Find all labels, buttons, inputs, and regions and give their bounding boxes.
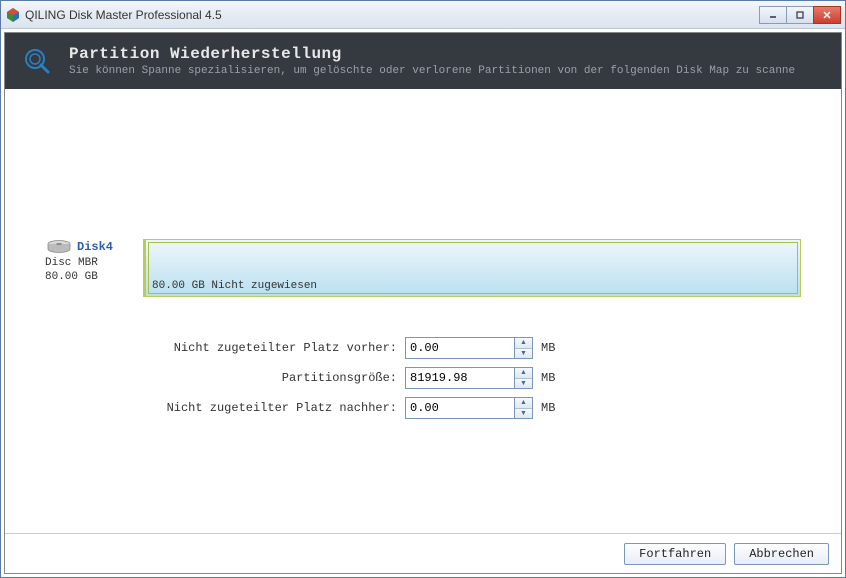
titlebar[interactable]: QILING Disk Master Professional 4.5 [1, 1, 845, 29]
unit-label: MB [541, 371, 555, 385]
partition-size-input[interactable] [406, 368, 514, 388]
window-controls [760, 6, 841, 24]
spinner-down-icon[interactable]: ▼ [515, 349, 532, 359]
dialog-title: Partition Wiederherstellung [69, 45, 795, 63]
disk-type: Disc MBR [45, 257, 143, 269]
size-form: Nicht zugeteilter Platz vorher: ▲ ▼ MB P… [5, 337, 841, 419]
disk-label: Disk4 Disc MBR 80.00 GB [45, 239, 143, 297]
disk-name: Disk4 [77, 240, 113, 254]
dialog-subtitle: Sie können Spanne spezialisieren, um gel… [69, 65, 795, 77]
unallocated-after-label: Nicht zugeteilter Platz nachher: [5, 401, 405, 415]
dialog-header: Partition Wiederherstellung Sie können S… [5, 33, 841, 89]
spinner-down-icon[interactable]: ▼ [515, 379, 532, 389]
partition-size-label: Partitionsgröße: [5, 371, 405, 385]
unallocated-before-label: Nicht zugeteilter Platz vorher: [5, 341, 405, 355]
dialog-footer: Fortfahren Abbrechen [5, 533, 841, 573]
dialog-body: Partition Wiederherstellung Sie können S… [4, 32, 842, 574]
cancel-button[interactable]: Abbrechen [734, 543, 829, 565]
unallocated-after-input[interactable] [406, 398, 514, 418]
form-row-after: Nicht zugeteilter Platz nachher: ▲ ▼ MB [5, 397, 841, 419]
form-row-size: Partitionsgröße: ▲ ▼ MB [5, 367, 841, 389]
app-icon [5, 7, 21, 23]
partition-bar[interactable]: 80.00 GB Nicht zugewiesen [143, 239, 801, 297]
content-area: Disk4 Disc MBR 80.00 GB 80.00 GB Nicht z… [5, 89, 841, 533]
minimize-button[interactable] [759, 6, 787, 24]
unit-label: MB [541, 401, 555, 415]
close-button[interactable] [813, 6, 841, 24]
spinner-up-icon[interactable]: ▲ [515, 368, 532, 379]
spinner-up-icon[interactable]: ▲ [515, 398, 532, 409]
spinner-down-icon[interactable]: ▼ [515, 409, 532, 419]
partition-recovery-icon [21, 45, 53, 77]
app-window: QILING Disk Master Professional 4.5 Part… [0, 0, 846, 578]
window-title: QILING Disk Master Professional 4.5 [25, 8, 760, 22]
spinner-up-icon[interactable]: ▲ [515, 338, 532, 349]
unallocated-before-input[interactable] [406, 338, 514, 358]
unallocated-before-spinner[interactable]: ▲ ▼ [405, 337, 533, 359]
partition-size-spinner[interactable]: ▲ ▼ [405, 367, 533, 389]
partition-bar-label: 80.00 GB Nicht zugewiesen [152, 280, 317, 292]
disk-map: Disk4 Disc MBR 80.00 GB 80.00 GB Nicht z… [45, 239, 801, 297]
disk-size: 80.00 GB [45, 271, 143, 283]
form-row-before: Nicht zugeteilter Platz vorher: ▲ ▼ MB [5, 337, 841, 359]
maximize-button[interactable] [786, 6, 814, 24]
unit-label: MB [541, 341, 555, 355]
continue-button[interactable]: Fortfahren [624, 543, 726, 565]
hard-drive-icon [45, 239, 73, 255]
unallocated-after-spinner[interactable]: ▲ ▼ [405, 397, 533, 419]
